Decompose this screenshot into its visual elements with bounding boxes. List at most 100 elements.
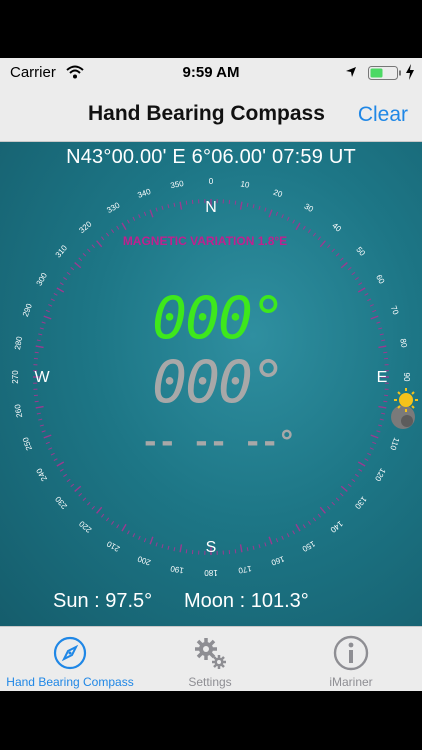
compass-tick [38,333,43,336]
moon-bearing: Moon : 101.3° [184,590,309,612]
compass-tick [38,418,43,421]
degree-label: 280 [13,335,24,350]
sun-bearing: Sun : 97.5° [53,590,153,612]
compass-tick [35,405,44,409]
compass-tick [96,506,103,514]
compass-tick [286,216,290,221]
sun-moon-marker [391,388,418,429]
compass-tick [179,544,183,553]
degree-label: 30 [303,202,316,215]
tab-settings[interactable]: Settings [140,627,280,692]
compass-tick [357,287,366,293]
cardinal-south: S [206,539,217,556]
compass-tick [66,478,71,483]
compass-tick [101,236,105,241]
compass-tick [132,216,136,221]
compass-tick [331,501,336,506]
degree-label: 40 [330,221,343,234]
compass-tick [36,339,41,342]
compass-tick [91,244,95,249]
compass-tick [41,430,46,433]
status-bar: Carrier 9:59 AM [0,58,422,86]
compass-tick [378,327,383,330]
compass-tick [63,473,68,477]
gear-icon [195,638,226,669]
compass-tick [86,501,91,506]
compass-tick [167,204,170,209]
degree-label: 80 [398,338,409,349]
degree-label: 240 [34,466,49,483]
compass-tick [370,315,379,320]
compass-tick [327,244,331,249]
compass-tick [335,252,340,257]
compass-tick [364,292,369,296]
compass-tick [252,204,255,209]
compass-tick [34,351,39,354]
degree-label: 60 [374,273,387,286]
compass-tick [185,549,188,554]
compass-tick [327,505,331,510]
compass-tick [358,282,363,286]
compass-tick [351,271,356,276]
compass-tick [59,468,64,472]
compass-tick [378,405,387,409]
compass-tick [173,202,176,207]
compass-tick [367,452,372,456]
compass-tick [339,493,344,497]
compass-tick [53,292,58,296]
tab-imariner[interactable]: iMariner [280,627,422,692]
cardinal-west: W [34,369,50,386]
compass-tick [317,236,321,241]
compass-tick [246,547,249,552]
compass-tick [53,458,58,462]
compass-tick [78,257,83,261]
page-title: Hand Bearing Compass [88,102,325,125]
compass-tick [45,441,50,445]
compass-view: 0102030405060708090100110120130140150160… [0,142,422,626]
status-time: 9:59 AM [182,64,240,81]
bearing-tertiary: -- -- --° [141,425,295,460]
compass-tick [351,478,356,483]
compass-tick [339,257,344,261]
compass-tick [105,232,110,237]
compass-tick [126,530,130,535]
compass-tick [264,207,267,212]
compass-tick [173,547,176,552]
degree-label: 190 [169,564,184,575]
compass-tick [36,412,41,415]
compass-tick [268,536,273,545]
compass-tick [378,424,383,427]
compass-tick [264,542,267,547]
degree-label: 10 [240,179,251,190]
compass-tick [161,205,164,210]
degree-label: 150 [300,539,317,554]
compass-tick [376,430,381,433]
compass-tick [331,248,336,253]
degree-label: 230 [53,494,69,510]
tab-hand-bearing-compass[interactable]: Hand Bearing Compass [0,627,140,692]
compass-tick [48,447,53,450]
compass-tick [307,229,311,234]
compass-tick [143,538,147,543]
compass-tick [121,523,127,532]
degree-label: 350 [170,179,185,190]
degree-label: 300 [35,271,50,288]
compass-tick [56,461,65,467]
clear-button[interactable]: Clear [358,103,408,127]
compass-tick [59,282,64,286]
compass-tick [372,309,377,313]
compass-tick [376,321,381,324]
compass-tick [246,202,249,207]
compass-icon [53,636,87,670]
compass-tick [39,327,44,330]
compass-tick [138,535,141,540]
compass-tick [357,461,366,467]
compass-tick [34,400,39,403]
compass-tick [161,544,164,549]
compass-tick [258,205,261,210]
compass-tick [185,200,188,205]
compass-tick [48,304,53,307]
compass-tick [319,506,326,514]
compass-tick [312,232,317,237]
degree-label: 340 [136,187,152,200]
